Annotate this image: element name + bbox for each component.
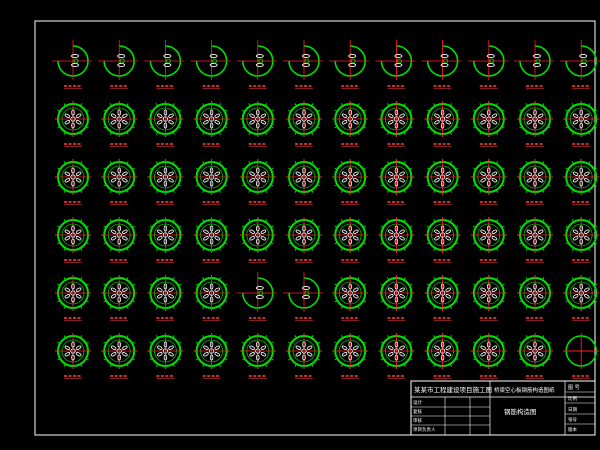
flange-detail bbox=[332, 101, 369, 147]
label-manager: 项目负责人 bbox=[413, 426, 436, 433]
label-design: 设计 bbox=[413, 399, 422, 406]
flange-detail bbox=[147, 333, 184, 379]
flange-detail bbox=[332, 275, 369, 321]
flange-detail bbox=[239, 217, 276, 263]
flange-detail bbox=[101, 275, 138, 321]
drawing-name: 桥梁空心板钢筋构造图纸 bbox=[494, 386, 555, 394]
flange-detail bbox=[563, 275, 600, 321]
flange-detail bbox=[378, 275, 415, 321]
flange-detail bbox=[378, 159, 415, 205]
flange-detail bbox=[467, 40, 508, 89]
flange-detail bbox=[283, 40, 323, 89]
flange-detail bbox=[236, 40, 277, 89]
flange-detail bbox=[239, 333, 276, 379]
flange-detail bbox=[193, 217, 230, 263]
flange-detail bbox=[239, 159, 276, 205]
flange-detail bbox=[101, 159, 138, 205]
flange-detail bbox=[424, 275, 461, 321]
flange-detail bbox=[52, 40, 92, 89]
flange-detail bbox=[563, 333, 600, 379]
scale-label: 比例 bbox=[568, 395, 577, 402]
flange-detail bbox=[147, 101, 184, 147]
flange-detail bbox=[563, 101, 600, 147]
drawing-title: 钢筋构造图 bbox=[504, 407, 537, 416]
flange-detail bbox=[421, 40, 462, 89]
flange-detail bbox=[147, 159, 184, 205]
flange-detail bbox=[378, 101, 415, 147]
drawing-number-label: 图 号 bbox=[568, 385, 580, 391]
flange-detail bbox=[55, 217, 91, 263]
flange-detail bbox=[517, 159, 553, 205]
flange-detail bbox=[286, 217, 322, 263]
flange-detail bbox=[470, 217, 507, 263]
flange-detail bbox=[470, 275, 507, 321]
flange-detail bbox=[193, 101, 230, 147]
flange-detail bbox=[55, 275, 91, 321]
flange-detail bbox=[563, 159, 600, 205]
flange-detail bbox=[517, 333, 553, 379]
label-review: 复核 bbox=[413, 408, 422, 415]
flange-detail bbox=[329, 40, 370, 89]
flange-detail bbox=[193, 333, 230, 379]
flange-detail bbox=[236, 272, 277, 321]
flange-detail bbox=[375, 40, 416, 89]
flange-detail bbox=[190, 40, 231, 89]
flange-detail bbox=[286, 159, 322, 205]
flange-detail bbox=[55, 159, 91, 205]
flange-detail bbox=[55, 333, 91, 379]
flange-detail bbox=[55, 101, 91, 147]
project-title: 某某市工程建设项目施工图 bbox=[414, 385, 492, 394]
flange-detail bbox=[514, 40, 554, 89]
flange-detail bbox=[470, 159, 507, 205]
flange-detail bbox=[378, 333, 415, 379]
flange-detail bbox=[193, 159, 230, 205]
flange-detail bbox=[517, 275, 553, 321]
flange-detail bbox=[378, 217, 415, 263]
flange-detail bbox=[332, 217, 369, 263]
detail-grid bbox=[52, 40, 600, 379]
flange-detail bbox=[517, 217, 553, 263]
flange-detail bbox=[424, 217, 461, 263]
flange-detail bbox=[424, 333, 461, 379]
flange-detail bbox=[144, 40, 185, 89]
flange-detail bbox=[563, 217, 600, 263]
flange-detail bbox=[470, 101, 507, 147]
flange-detail bbox=[424, 159, 461, 205]
flange-detail bbox=[517, 101, 553, 147]
flange-detail bbox=[470, 333, 507, 379]
flange-detail bbox=[424, 101, 461, 147]
flange-detail bbox=[283, 272, 323, 321]
cad-drawing-canvas[interactable]: 某某市工程建设项目施工图 桥梁空心板钢筋构造图纸 钢筋构造图 设计 复核 审核 … bbox=[0, 0, 600, 450]
sheet-label: 张号 bbox=[568, 416, 577, 423]
flange-detail bbox=[560, 40, 600, 89]
version-label: 版本 bbox=[568, 426, 577, 433]
flange-detail bbox=[286, 333, 322, 379]
date-label: 日期 bbox=[568, 407, 577, 413]
label-approve: 审核 bbox=[413, 417, 422, 424]
flange-detail bbox=[147, 217, 184, 263]
flange-detail bbox=[98, 40, 139, 89]
flange-detail bbox=[147, 275, 184, 321]
flange-detail bbox=[332, 159, 369, 205]
flange-detail bbox=[101, 333, 138, 379]
flange-detail bbox=[332, 333, 369, 379]
flange-detail bbox=[286, 101, 322, 147]
flange-detail bbox=[193, 275, 230, 321]
flange-detail bbox=[101, 217, 138, 263]
flange-detail bbox=[101, 101, 138, 147]
flange-detail bbox=[239, 101, 276, 147]
title-block: 某某市工程建设项目施工图 桥梁空心板钢筋构造图纸 钢筋构造图 设计 复核 审核 … bbox=[410, 380, 596, 436]
